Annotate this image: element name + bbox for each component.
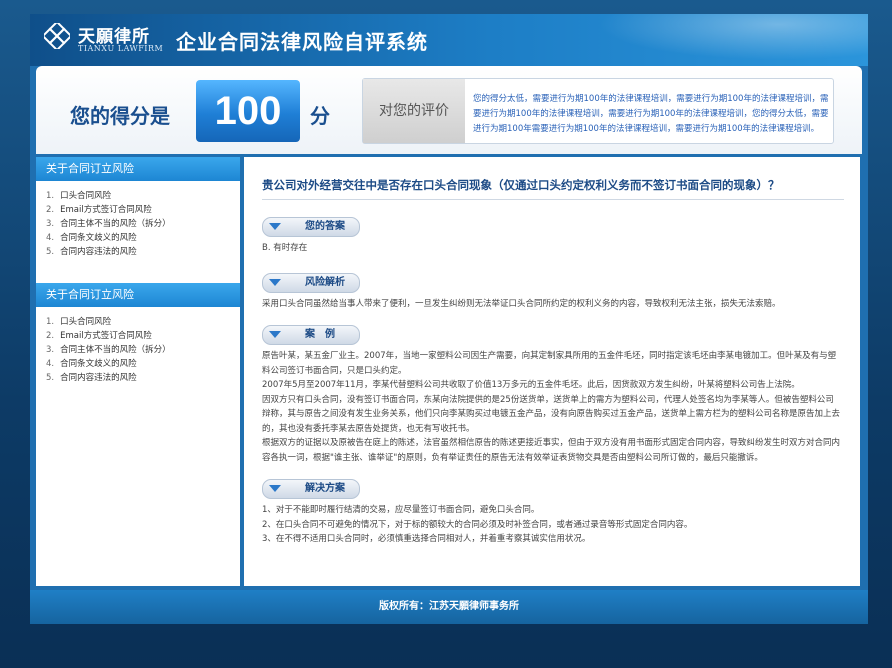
case-section-tab: 案 例 (262, 325, 360, 345)
sidebar-list: 1. 口头合同风险 2. Email方式签订合同风险 3. 合同主体不当的风险（拆分）… (36, 307, 240, 395)
triangle-down-icon (269, 223, 281, 230)
logo-icon (44, 23, 70, 49)
sidebar-section-title: 关于合同订立风险 (36, 283, 240, 307)
triangle-down-icon (269, 485, 281, 492)
sidebar-item[interactable]: 2. Email方式签订合同风险 (46, 203, 240, 217)
evaluation-label: 对您的评价 (363, 79, 465, 143)
solution-text: 1、对于不能即时履行结清的交易，应尽量签订书面合同，避免口头合同。 2、在口头合… (262, 503, 842, 547)
triangle-down-icon (269, 279, 281, 286)
sidebar-item[interactable]: 3. 合同主体不当的风险（拆分） (46, 217, 240, 231)
answer-section-tab: 您的答案 (262, 217, 360, 237)
solution-section-tab: 解决方案 (262, 479, 360, 499)
sidebar-item[interactable]: 1. 口头合同风险 (46, 189, 240, 203)
evaluation-text: 您的得分太低，需要进行为期100年的法律课程培训，需要进行为期100年的法律课程… (473, 94, 829, 134)
sidebar-item[interactable]: 5. 合同内容违法的风险 (46, 371, 240, 385)
footer-copyright: 版权所有：江苏天願律师事务所 (30, 590, 868, 624)
sidebar-list: 1. 口头合同风险 2. Email方式签订合同风险 3. 合同主体不当的风险（拆分）… (36, 181, 240, 269)
sidebar: 关于合同订立风险 1. 口头合同风险 2. Email方式签订合同风险 3. 合同主体… (36, 157, 240, 586)
header: 天願律所 TIANXU LAWFIRM 企业合同法律风险自评系统 (30, 14, 868, 66)
solution-item: 3、在不得不适用口头合同时，必须慎重选择合同相对人，并着重考察其诚实信用状况。 (262, 534, 591, 544)
case-text: 原告叶某，某五金厂业主。2007年，当地一家塑料公司因生产需要，向其定制家具所用… (262, 349, 842, 465)
sidebar-item[interactable]: 5. 合同内容违法的风险 (46, 245, 240, 259)
sidebar-item[interactable]: 3. 合同主体不当的风险（拆分） (46, 343, 240, 357)
score-value: 100 (196, 80, 300, 142)
evaluation-box: 对您的评价 您的得分太低，需要进行为期100年的法律课程培训，需要进行为期100… (362, 78, 834, 144)
risk-text: 采用口头合同虽然给当事人带来了便利，一旦发生纠纷则无法举证口头合同所约定的权利义… (262, 299, 781, 309)
score-label: 您的得分是 (70, 104, 170, 128)
case-paragraph: 原告叶某，某五金厂业主。2007年，当地一家塑料公司因生产需要，向其定制家具所用… (262, 351, 837, 376)
question-title: 贵公司对外经营交往中是否存在口头合同现象（仅通过口头约定权利义务而不签订书面合同… (262, 178, 780, 192)
divider (262, 199, 844, 200)
app-frame: 天願律所 TIANXU LAWFIRM 企业合同法律风险自评系统 您的得分是 1… (30, 14, 868, 624)
header-decoration (568, 14, 868, 66)
triangle-down-icon (269, 331, 281, 338)
case-paragraph: 因双方只有口头合同，没有签订书面合同，东某向法院提供的是25份送货单，送货单上的… (262, 394, 841, 434)
sidebar-section-title: 关于合同订立风险 (36, 157, 240, 181)
solution-item: 2、在口头合同不可避免的情况下，对于标的额较大的合同必须及时补签合同，或者通过录… (262, 519, 693, 530)
case-paragraph: 2007年5月至2007年11月，李某代替塑料公司共收取了价值13万多元的五金件… (262, 380, 800, 390)
risk-section-tab: 风险解析 (262, 273, 360, 293)
case-paragraph: 根据双方的证据以及原被告在庭上的陈述，法官虽然相信原告的陈述更接近事实，但由于双… (262, 438, 841, 463)
sidebar-item[interactable]: 2. Email方式签订合同风险 (46, 329, 240, 343)
sidebar-item[interactable]: 4. 合同条文歧义的风险 (46, 231, 240, 245)
sidebar-item[interactable]: 4. 合同条文歧义的风险 (46, 357, 240, 371)
main-content: 贵公司对外经营交往中是否存在口头合同现象（仅通过口头约定权利义务而不签订书面合同… (244, 157, 860, 586)
logo-subtitle: TIANXU LAWFIRM (78, 44, 164, 53)
sidebar-item[interactable]: 1. 口头合同风险 (46, 315, 240, 329)
system-title: 企业合同法律风险自评系统 (176, 30, 428, 54)
score-unit: 分 (310, 104, 330, 128)
solution-item: 1、对于不能即时履行结清的交易，应尽量签订书面合同，避免口头合同。 (262, 505, 540, 515)
answer-text: B. 有时存在 (262, 243, 308, 253)
score-panel: 您的得分是 100 分 对您的评价 您的得分太低，需要进行为期100年的法律课程… (36, 66, 862, 154)
